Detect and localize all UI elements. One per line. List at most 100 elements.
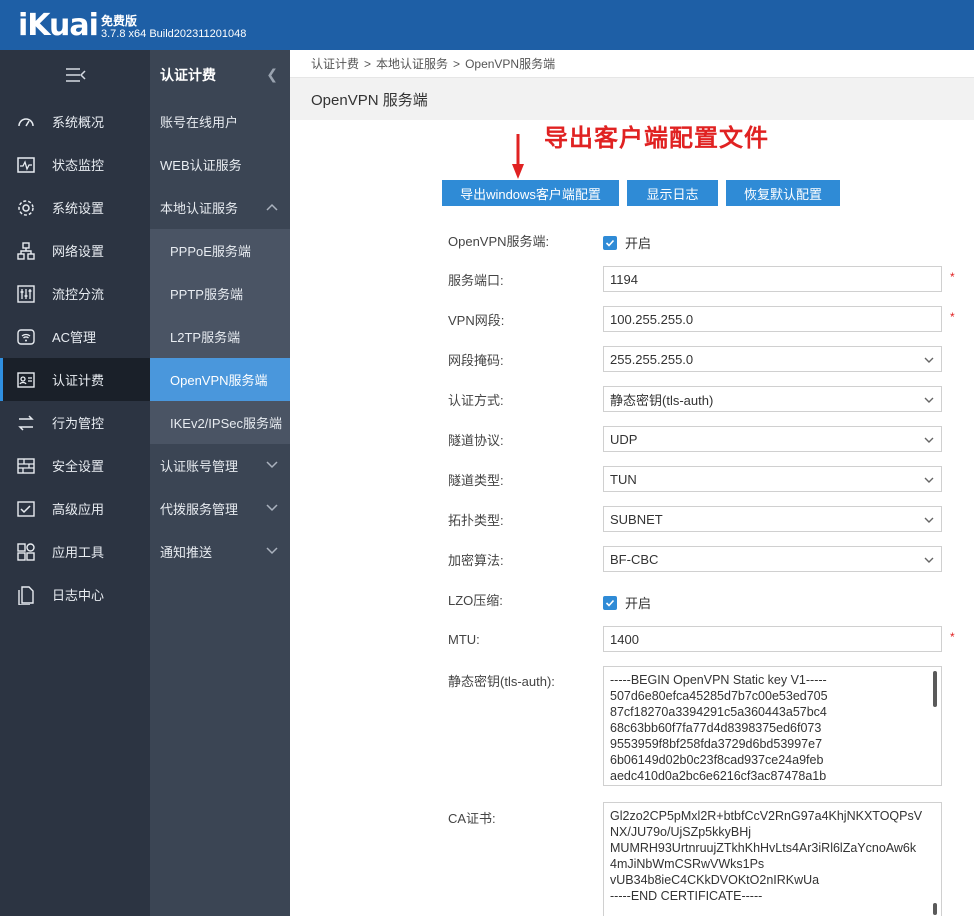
mtu-label: MTU: — [448, 631, 480, 647]
subnav-title: 认证计费 ❮ — [150, 50, 290, 100]
text-line: MUMRH93UrtnruujZTkhKhHvLts4Ar3iRl6lZaYcn… — [610, 841, 917, 855]
row-tun: 隧道类型: — [448, 466, 603, 492]
chevron-down-icon — [924, 517, 934, 523]
row-port: 服务端口: — [448, 266, 603, 292]
nav-item-label: 状态监控 — [52, 158, 105, 173]
firewall-icon — [0, 456, 52, 476]
subnav-title-text: 认证计费 — [160, 67, 216, 83]
scrollbar-thumb[interactable] — [933, 671, 937, 707]
text-line: NX/JU79o/UjSZp5kkyBHj — [610, 825, 752, 839]
subnav-child-pppoe[interactable]: PPPoE服务端 — [150, 229, 290, 272]
annotation-text: 导出客户端配置文件 — [544, 125, 769, 152]
row-enable: OpenVPN服务端: — [448, 227, 603, 253]
port-input[interactable]: 1194 — [603, 266, 942, 292]
subnav-child-ikev2[interactable]: IKEv2/IPSec服务端 — [150, 401, 290, 444]
nav-item-label: 行为管控 — [52, 416, 105, 431]
chevron-down-icon — [266, 460, 278, 472]
scrollbar-thumb[interactable] — [933, 903, 937, 915]
proto-select[interactable]: UDP — [603, 426, 942, 452]
menu-collapse-icon[interactable] — [0, 50, 150, 100]
gear-icon — [0, 198, 52, 218]
text-line: 87cf18270a3394291c5a360443a57bc4 — [610, 705, 827, 719]
enable-label: OpenVPN服务端: — [448, 233, 550, 249]
tun-select[interactable]: TUN — [603, 466, 942, 492]
row-vpn-net: VPN网段: — [448, 306, 603, 332]
subnav-item-notifications[interactable]: 通知推送 — [150, 530, 290, 573]
nav-item-network[interactable]: 网络设置 — [0, 229, 150, 272]
row-cipher: 加密算法: — [448, 546, 603, 572]
subnav-item-online-users[interactable]: 账号在线用户 — [150, 100, 290, 143]
subnav-item-local-auth[interactable]: 本地认证服务 — [150, 186, 290, 229]
lzo-checkbox[interactable]: 开启 — [603, 593, 651, 612]
chevron-down-icon — [924, 397, 934, 403]
nav-item-tools[interactable]: 应用工具 — [0, 530, 150, 573]
nav-item-label: 认证计费 — [52, 373, 105, 388]
text-line: 9553959f8bf258fda3729d6bd53997e7 — [610, 737, 823, 751]
nav-item-ac[interactable]: AC管理 — [0, 315, 150, 358]
nav-item-flow-control[interactable]: 流控分流 — [0, 272, 150, 315]
chevron-down-icon — [924, 557, 934, 563]
subnav-item-accounts[interactable]: 认证账号管理 — [150, 444, 290, 487]
lzo-label: LZO压缩: — [448, 592, 503, 608]
subnav-item-label: 代拨服务管理 — [160, 502, 239, 517]
proto-value: UDP — [610, 431, 638, 447]
subnav-child-openvpn[interactable]: OpenVPN服务端 — [150, 358, 290, 401]
subnav-item-dial-service[interactable]: 代拨服务管理 — [150, 487, 290, 530]
text-line: 507d6e80efca45285d7b7c00e53ed705 — [610, 689, 828, 703]
edition-label: 免费版 — [101, 14, 138, 28]
breadcrumb-item[interactable]: 本地认证服务 — [376, 55, 448, 72]
breadcrumb-item[interactable]: 认证计费 — [311, 55, 359, 72]
show-log-button[interactable]: 显示日志 — [627, 180, 718, 206]
network-icon — [0, 241, 52, 261]
top-header: iKuai 免费版 3.7.8 x64 Build202311201048 — [0, 0, 974, 50]
main-content: 认证计费 > 本地认证服务 > OpenVPN服务端 OpenVPN 服务端 导… — [290, 50, 974, 916]
chevron-left-icon[interactable]: ❮ — [266, 66, 278, 83]
row-topo: 拓扑类型: — [448, 506, 603, 532]
nav-item-monitor[interactable]: 状态监控 — [0, 143, 150, 186]
chevron-down-icon — [266, 546, 278, 558]
topo-label: 拓扑类型: — [448, 512, 504, 528]
nav-item-logs[interactable]: 日志中心 — [0, 573, 150, 616]
breadcrumb-item: OpenVPN服务端 — [465, 57, 556, 71]
nav-item-label: 流控分流 — [52, 287, 105, 302]
row-lzo: LZO压缩: — [448, 586, 603, 612]
nav-item-overview[interactable]: 系统概况 — [0, 100, 150, 143]
text-line: aedc410d0a2bc6e6216cf3ac87478a1b — [610, 769, 827, 783]
required-mark: * — [950, 630, 955, 644]
text-line: 4mJiNbWmCSRwVWks1Ps — [610, 857, 765, 871]
proto-label: 隧道协议: — [448, 432, 504, 448]
reset-default-button[interactable]: 恢复默认配置 — [726, 180, 840, 206]
mtu-input[interactable]: 1400 — [603, 626, 942, 652]
nav-item-behavior[interactable]: 行为管控 — [0, 401, 150, 444]
subnav-item-label: 通知推送 — [160, 545, 213, 560]
nav-item-label: 日志中心 — [52, 588, 105, 603]
check-icon — [603, 235, 617, 250]
nav-item-label: 系统设置 — [52, 201, 105, 216]
nav-item-label: 系统概况 — [52, 115, 105, 130]
nav-item-label: 高级应用 — [52, 502, 105, 517]
nav-item-label: 网络设置 — [52, 244, 105, 259]
tun-label: 隧道类型: — [448, 472, 504, 488]
cipher-select[interactable]: BF-CBC — [603, 546, 942, 572]
ca-textarea[interactable]: Gl2zo2CP5pMxl2R+btbfCcV2RnG97a4KhjNKXTOQ… — [603, 802, 942, 916]
sliders-icon — [0, 284, 52, 304]
subnav-item-web-auth[interactable]: WEB认证服务 — [150, 143, 290, 186]
version-label: 3.7.8 x64 Build202311201048 — [101, 28, 247, 40]
export-windows-config-button[interactable]: 导出windows客户端配置 — [442, 180, 619, 206]
vpn-net-input[interactable]: 100.255.255.0 — [603, 306, 942, 332]
row-proto: 隧道协议: — [448, 426, 603, 452]
topo-select[interactable]: SUBNET — [603, 506, 942, 532]
subnav-child-pptp[interactable]: PPTP服务端 — [150, 272, 290, 315]
mask-select[interactable]: 255.255.255.0 — [603, 346, 942, 372]
static-key-textarea[interactable]: -----BEGIN OpenVPN Static key V1----- 50… — [603, 666, 942, 786]
nav-item-system-settings[interactable]: 系统设置 — [0, 186, 150, 229]
subnav-child-l2tp[interactable]: L2TP服务端 — [150, 315, 290, 358]
auth-select[interactable]: 静态密钥(tls-auth) — [603, 386, 942, 412]
row-mask: 网段掩码: — [448, 346, 603, 372]
nav-item-security[interactable]: 安全设置 — [0, 444, 150, 487]
chevron-down-icon — [924, 477, 934, 483]
nav-item-advanced[interactable]: 高级应用 — [0, 487, 150, 530]
nav-item-label: AC管理 — [52, 330, 97, 345]
nav-item-auth-billing[interactable]: 认证计费 — [0, 358, 150, 401]
enable-checkbox[interactable]: 开启 — [603, 233, 651, 252]
